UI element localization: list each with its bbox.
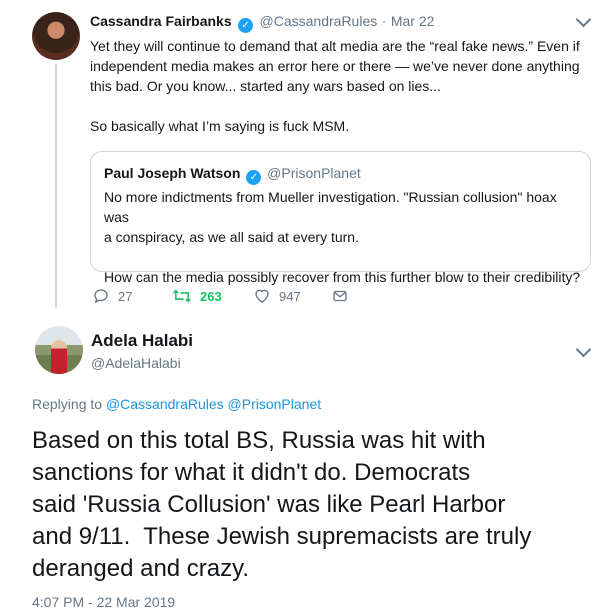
message-icon	[333, 290, 347, 302]
reply-button[interactable]: 27	[92, 287, 132, 305]
avatar-figure	[51, 340, 67, 374]
quoted-tweet-header: Paul Joseph Watson ✓ @PrisonPlanet	[104, 165, 361, 185]
like-icon	[255, 289, 269, 303]
quoted-author-name: Paul Joseph Watson	[104, 165, 241, 181]
like-count: 947	[279, 288, 301, 304]
like-button[interactable]: 947	[253, 287, 301, 305]
replying-to-label: Replying to	[32, 396, 103, 412]
tweet1-handle[interactable]: @CassandraRules	[260, 13, 378, 29]
tweet2-text: Based on this total BS, Russia was hit w…	[32, 427, 532, 582]
quoted-handle: @PrisonPlanet	[267, 165, 361, 181]
chevron-down-icon[interactable]	[575, 341, 592, 358]
tweet2-timestamp[interactable]: 4:07 PM - 22 Mar 2019	[32, 594, 175, 610]
quoted-tweet-text: No more indictments from Mueller investi…	[104, 189, 581, 285]
retweet-count: 263	[200, 288, 222, 304]
replying-to-line: Replying to @CassandraRules @PrisonPlane…	[32, 396, 321, 412]
avatar-adela[interactable]	[35, 326, 83, 374]
verified-badge-icon: ✓	[238, 18, 254, 33]
avatar-cassandra[interactable]	[32, 12, 80, 60]
retweet-button[interactable]: 263	[172, 287, 222, 305]
replying-to-handles[interactable]: @CassandraRules @PrisonPlanet	[106, 396, 321, 412]
tweet1-header: Cassandra Fairbanks ✓ @CassandraRules · …	[90, 13, 434, 33]
chevron-down-icon[interactable]	[575, 11, 592, 28]
tweet2-author-name[interactable]: Adela Halabi	[91, 331, 193, 351]
retweet-icon	[172, 289, 192, 303]
reply-icon	[94, 289, 108, 304]
tweet1-separator: ·	[381, 13, 387, 29]
tweet1-date[interactable]: Mar 22	[391, 13, 435, 29]
direct-message-button[interactable]	[331, 287, 349, 305]
reply-count: 27	[118, 288, 133, 304]
tweet1-text: Yet they will continue to demand that al…	[90, 38, 580, 134]
tweet2-handle[interactable]: @AdelaHalabi	[91, 355, 181, 371]
quoted-tweet-card[interactable]: Paul Joseph Watson ✓ @PrisonPlanet No mo…	[90, 151, 591, 285]
thread-connector-line	[55, 64, 57, 308]
verified-badge-icon: ✓	[246, 170, 262, 185]
tweet1-author-name[interactable]: Cassandra Fairbanks	[90, 13, 232, 29]
